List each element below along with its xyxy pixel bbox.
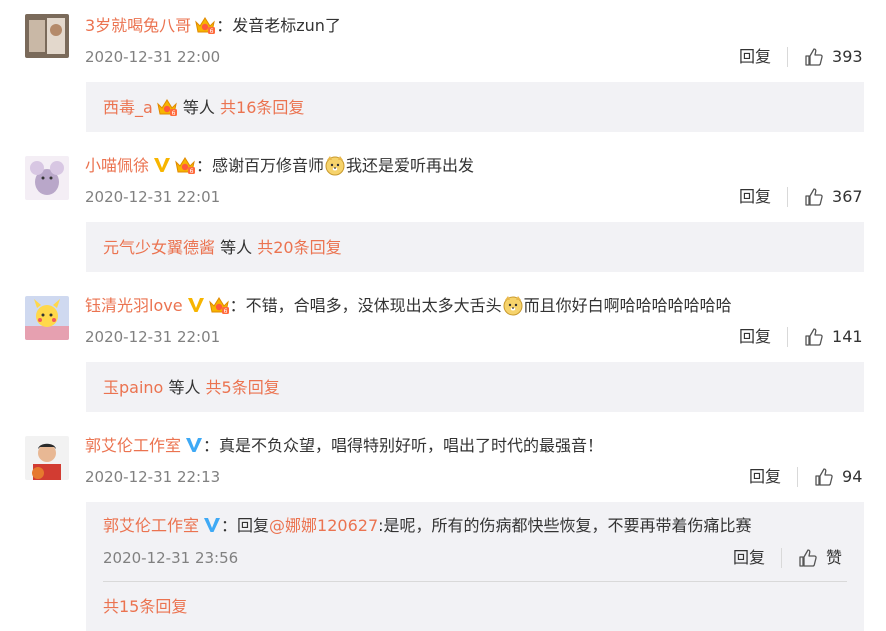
- view-replies-link[interactable]: 共16条回复: [220, 98, 304, 117]
- like-count: 367: [832, 187, 863, 206]
- vip-crown-icon: [156, 97, 178, 117]
- like-button[interactable]: 赞: [798, 547, 842, 569]
- comment-text-line: 小喵佩徐 ：感谢百万修音师 我还是爱听再出发: [85, 154, 475, 176]
- thumbs-up-icon: [798, 548, 818, 568]
- reply-button[interactable]: 回复: [733, 547, 781, 569]
- view-replies-link[interactable]: 共5条回复: [206, 378, 280, 397]
- sub-replies-box: 郭艾伦工作室 ：回复@娜娜120627:是呢，所有的伤病都快些恢复，不要再带着伤痛…: [86, 502, 864, 631]
- avatar[interactable]: [25, 436, 69, 480]
- thumbs-up-icon: [804, 327, 824, 347]
- sub-replies-summary: 共15条回复: [103, 595, 187, 619]
- like-count: 141: [832, 327, 863, 346]
- view-replies-link[interactable]: 共20条回复: [257, 238, 341, 257]
- vip-crown-icon: [174, 155, 196, 175]
- reply-button[interactable]: 回复: [739, 186, 787, 208]
- like-button[interactable]: 141: [804, 326, 863, 348]
- mention-link[interactable]: @娜娜120627: [269, 516, 378, 535]
- dog-emoji-icon: [324, 154, 346, 176]
- dog-emoji-icon: [502, 294, 524, 316]
- like-count: 94: [842, 467, 863, 486]
- verified-blue-icon: [185, 436, 203, 454]
- sub-replies-box: 西毒_a 等人 共16条回复: [86, 82, 864, 132]
- divider: [787, 187, 789, 207]
- sub-reply-line: 郭艾伦工作室 ：回复@娜娜120627:是呢，所有的伤病都快些恢复，不要再带着伤痛…: [103, 516, 752, 535]
- like-label: 赞: [826, 548, 843, 567]
- avatar[interactable]: [25, 156, 69, 200]
- divider: [103, 581, 847, 582]
- avatar[interactable]: [25, 14, 69, 58]
- sub-replies-box: 元气少女翼德酱 等人 共20条回复: [86, 222, 864, 272]
- comment-username[interactable]: 郭艾伦工作室: [85, 436, 181, 455]
- sub-reply-time: 2020-12-31 23:56: [103, 549, 239, 567]
- verified-gold-icon: [187, 296, 205, 314]
- comment-actions: 回复 367: [739, 186, 863, 208]
- reply-button[interactable]: 回复: [739, 326, 787, 348]
- thumbs-up-icon: [814, 467, 834, 487]
- sub-replies-summary: 玉paino 等人 共5条回复: [103, 378, 280, 397]
- like-button[interactable]: 393: [804, 46, 863, 68]
- divider: [797, 467, 799, 487]
- vip-crown-icon: [194, 15, 216, 35]
- comment-time: 2020-12-31 22:00: [85, 48, 221, 66]
- comment-text: 发音老标zun了: [232, 16, 341, 35]
- sub-reply-username[interactable]: 郭艾伦工作室: [103, 516, 199, 535]
- thumbs-up-icon: [804, 187, 824, 207]
- comment-text-line: 钰清光羽love ：不错，合唱多，没体现出太多大舌头 而且你好白啊哈哈哈哈哈哈哈: [85, 294, 732, 316]
- divider: [787, 327, 789, 347]
- comment-text-line: 3岁就喝兔八哥 ：发音老标zun了: [85, 15, 341, 35]
- sub-reply-username[interactable]: 玉paino: [103, 378, 163, 397]
- avatar[interactable]: [25, 296, 69, 340]
- divider: [781, 548, 783, 568]
- comment-actions: 回复 393: [739, 46, 863, 68]
- comment-username[interactable]: 小喵佩徐: [85, 156, 149, 175]
- sub-replies-summary: 西毒_a 等人 共16条回复: [103, 97, 305, 117]
- view-replies-link[interactable]: 共15条回复: [103, 597, 187, 616]
- divider: [787, 47, 789, 67]
- thumbs-up-icon: [804, 47, 824, 67]
- reply-button[interactable]: 回复: [739, 46, 787, 68]
- comment-text-line: 郭艾伦工作室 ：真是不负众望，唱得特别好听，唱出了时代的最强音！: [85, 436, 604, 455]
- comment-time: 2020-12-31 22:13: [85, 468, 221, 486]
- sub-reply-username[interactable]: 西毒_a: [103, 98, 153, 117]
- vip-crown-icon: [208, 295, 230, 315]
- sub-replies-summary: 元气少女翼德酱 等人 共20条回复: [103, 238, 342, 257]
- comment-actions: 回复 94: [749, 466, 862, 488]
- sub-reply-username[interactable]: 元气少女翼德酱: [103, 238, 215, 257]
- like-button[interactable]: 94: [814, 466, 862, 488]
- like-button[interactable]: 367: [804, 186, 863, 208]
- comment-username[interactable]: 钰清光羽love: [85, 296, 183, 315]
- comment-time: 2020-12-31 22:01: [85, 328, 221, 346]
- sub-replies-box: 玉paino 等人 共5条回复: [86, 362, 864, 412]
- verified-gold-icon: [153, 156, 171, 174]
- comment-time: 2020-12-31 22:01: [85, 188, 221, 206]
- verified-blue-icon: [203, 516, 221, 534]
- comment-username[interactable]: 3岁就喝兔八哥: [85, 16, 191, 35]
- comment-actions: 回复 141: [739, 326, 863, 348]
- reply-button[interactable]: 回复: [749, 466, 797, 488]
- like-count: 393: [832, 47, 863, 66]
- sub-reply-actions: 回复 赞: [733, 547, 842, 569]
